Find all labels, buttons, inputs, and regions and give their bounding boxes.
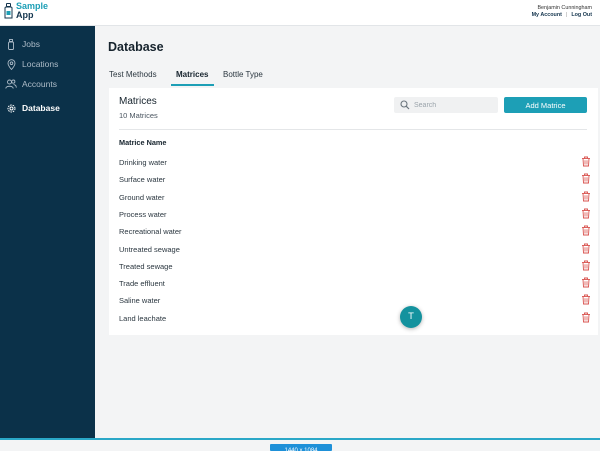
matrice-name: Ground water	[119, 192, 165, 202]
trash-icon[interactable]	[581, 173, 591, 184]
table-row[interactable]: Saline water	[119, 294, 591, 306]
panel-title: Matrices	[119, 96, 157, 107]
table-row[interactable]: Ground water	[119, 191, 591, 203]
matrices-panel: Matrices 10 Matrices Add Matrice Matrice…	[109, 88, 598, 335]
add-matrice-button[interactable]: Add Matrice	[504, 97, 587, 113]
sidebar-item-jobs[interactable]: Jobs	[0, 37, 95, 51]
table-row[interactable]: Untreated sewage	[119, 243, 591, 255]
table-row[interactable]: Treated sewage	[119, 260, 591, 272]
link-separator: |	[565, 12, 568, 18]
trash-icon[interactable]	[581, 294, 591, 305]
map-pin-icon	[4, 58, 18, 70]
trash-icon[interactable]	[581, 243, 591, 254]
matrice-name: Treated sewage	[119, 261, 173, 271]
bottle-logo-icon	[4, 3, 13, 19]
trash-icon[interactable]	[581, 277, 591, 288]
search-input[interactable]	[414, 101, 494, 109]
tab-test-methods[interactable]: Test Methods	[109, 70, 157, 79]
trash-icon[interactable]	[581, 208, 591, 219]
matrice-name: Process water	[119, 209, 167, 219]
table-row[interactable]: Recreational water	[119, 225, 591, 237]
trash-icon[interactable]	[581, 156, 591, 167]
matrice-name: Untreated sewage	[119, 244, 180, 254]
viewport-size-badge: 1440 x 1084	[270, 444, 332, 451]
matrice-count: 10 Matrices	[119, 111, 158, 120]
my-account-link[interactable]: My Account	[532, 12, 562, 18]
page-title: Database	[108, 40, 164, 54]
tab-bottle-type[interactable]: Bottle Type	[223, 70, 263, 79]
users-icon	[4, 78, 18, 90]
app-logo[interactable]: Sample App	[4, 2, 48, 20]
user-name: Benjamin Cunningham	[537, 5, 592, 11]
trash-icon[interactable]	[581, 191, 591, 202]
sidebar-item-label: Jobs	[22, 39, 40, 49]
user-menu: Benjamin Cunningham My Account | Log Out	[532, 5, 592, 19]
top-bar: Sample App Benjamin Cunningham My Accoun…	[0, 0, 600, 26]
tab-matrices[interactable]: Matrices	[176, 70, 208, 79]
table-row[interactable]: Drinking water	[119, 156, 591, 168]
table-row[interactable]: Trade effluent	[119, 277, 591, 289]
matrice-name: Drinking water	[119, 158, 167, 167]
matrice-name: Surface water	[119, 175, 166, 185]
trash-icon[interactable]	[581, 312, 591, 323]
sidebar-item-locations[interactable]: Locations	[0, 57, 95, 71]
app-name-line2: App	[16, 10, 34, 20]
footer-line	[0, 438, 600, 440]
matrice-name: Recreational water	[119, 227, 182, 237]
trash-icon[interactable]	[581, 260, 591, 271]
column-header-matrice-name: Matrice Name	[119, 138, 167, 147]
user-avatar[interactable]: T	[400, 306, 422, 328]
bottle-icon	[4, 38, 18, 50]
sidebar-item-database[interactable]: Database	[0, 101, 95, 115]
sidebar-item-label: Database	[22, 103, 60, 113]
search-box[interactable]	[394, 97, 498, 113]
table-row[interactable]: Process water	[119, 208, 591, 220]
sidebar-item-accounts[interactable]: Accounts	[0, 77, 95, 91]
gear-icon	[4, 102, 18, 114]
table-row[interactable]: Surface water	[119, 173, 591, 185]
table-row[interactable]: Land leachate	[119, 312, 591, 324]
trash-icon[interactable]	[581, 225, 591, 236]
sidebar-item-label: Locations	[22, 59, 59, 69]
matrice-name: Land leachate	[119, 313, 167, 323]
sidebar: Jobs Locations Accounts Database	[0, 26, 95, 439]
active-tab-indicator	[171, 84, 214, 86]
matrice-name: Trade effluent	[119, 279, 165, 289]
matrice-name: Saline water	[119, 296, 161, 306]
sidebar-item-label: Accounts	[22, 79, 57, 89]
logout-link[interactable]: Log Out	[571, 12, 592, 18]
search-icon	[400, 100, 410, 110]
divider	[119, 129, 587, 130]
